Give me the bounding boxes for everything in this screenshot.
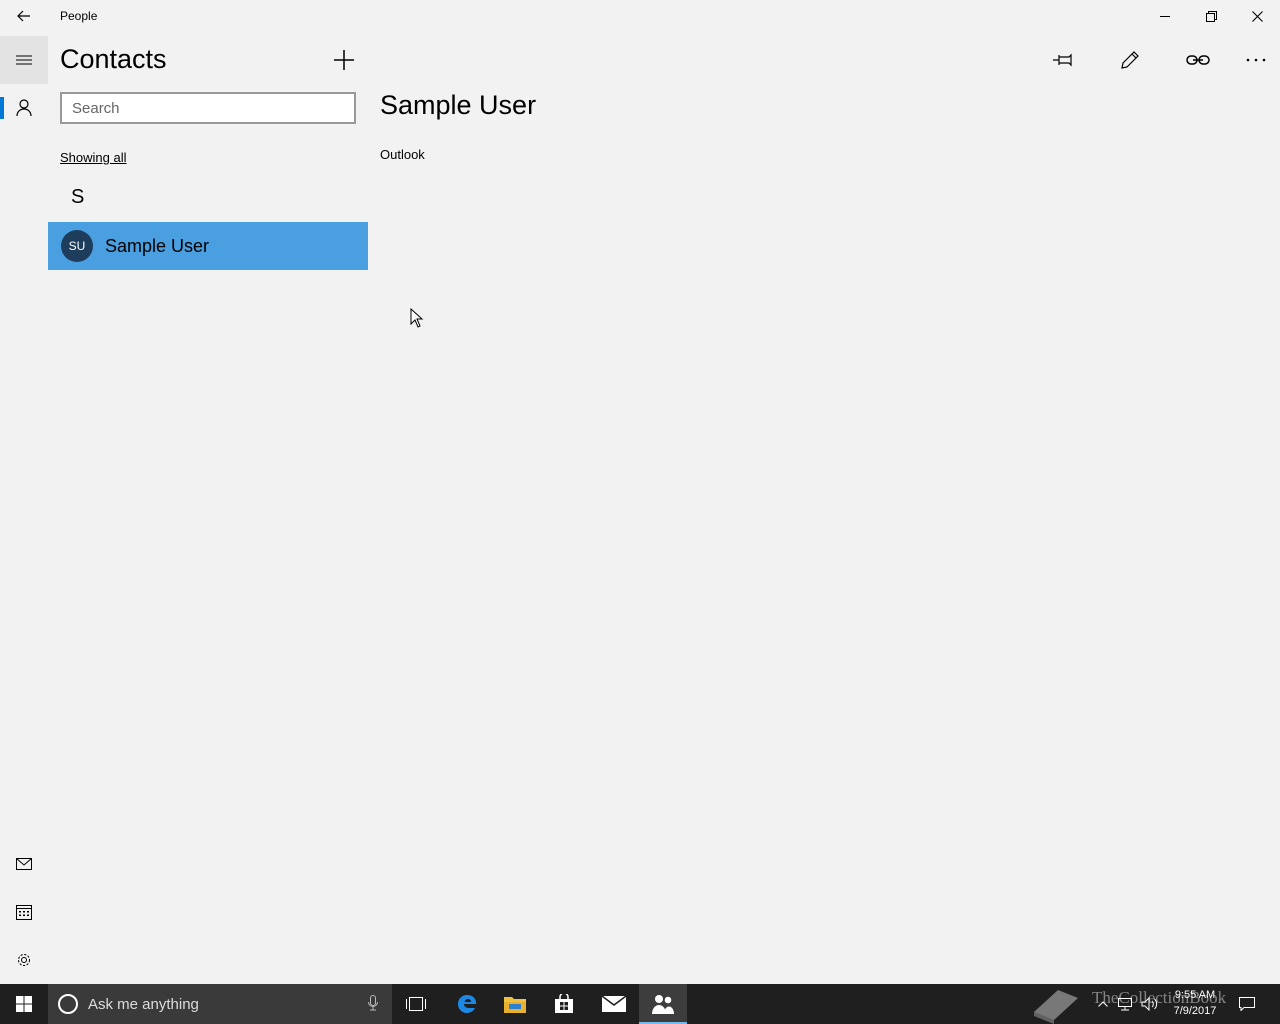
gear-icon (18, 954, 30, 966)
task-view-icon (406, 997, 426, 1011)
contact-list-item[interactable]: SU Sample User (48, 222, 368, 270)
window-title: People (60, 9, 98, 23)
show-hidden-icons-button[interactable] (1094, 984, 1112, 1024)
filter-link[interactable]: Showing all (60, 150, 127, 165)
windows-logo-icon (16, 996, 32, 1012)
start-button[interactable] (0, 984, 48, 1024)
link-button[interactable] (1174, 40, 1222, 80)
back-button[interactable] (0, 0, 48, 32)
minimize-button[interactable] (1142, 0, 1188, 32)
volume-tray-button[interactable] (1138, 984, 1162, 1024)
hamburger-icon (16, 55, 32, 65)
speaker-icon (1141, 997, 1158, 1011)
chevron-up-icon (1098, 1001, 1108, 1007)
edit-button[interactable] (1106, 40, 1154, 80)
plus-icon (334, 50, 354, 70)
close-icon (1251, 10, 1263, 22)
group-header-letter[interactable]: S (71, 186, 84, 209)
action-center-button[interactable] (1232, 984, 1262, 1024)
restore-icon (1205, 10, 1217, 22)
edge-icon (457, 994, 477, 1013)
clock-date: 7/9/2017 (1173, 1005, 1217, 1017)
restore-button[interactable] (1188, 0, 1234, 32)
book-logo-icon (1034, 990, 1078, 1024)
people-taskbar-button[interactable] (639, 984, 687, 1024)
edge-taskbar-button[interactable] (443, 984, 491, 1024)
person-icon (16, 99, 32, 117)
settings-nav-button[interactable] (0, 936, 48, 984)
search-input[interactable]: Search (60, 92, 356, 124)
calendar-icon (16, 905, 32, 920)
title-bar: People (0, 0, 1280, 32)
task-view-button[interactable] (392, 984, 440, 1024)
search-placeholder: Search (72, 99, 120, 117)
close-button[interactable] (1234, 0, 1280, 32)
link-icon (1186, 55, 1210, 65)
contact-name: Sample User (105, 235, 210, 256)
back-arrow-icon (17, 10, 30, 22)
navigation-rail (0, 36, 48, 984)
pin-icon (1053, 53, 1072, 67)
pencil-icon (1121, 51, 1139, 69)
contact-source: Outlook (380, 147, 425, 162)
contacts-header: Contacts (60, 44, 167, 74)
mail-nav-button[interactable] (0, 840, 48, 888)
hamburger-menu-button[interactable] (0, 36, 48, 84)
cortana-search-box[interactable]: Ask me anything (48, 984, 392, 1024)
people-icon (652, 995, 674, 1014)
notification-icon (1239, 997, 1255, 1011)
pin-button[interactable] (1039, 40, 1087, 80)
microphone-icon[interactable] (368, 995, 378, 1011)
clock-time: 9:55 AM (1174, 989, 1216, 1001)
mail-icon (602, 996, 626, 1012)
avatar: SU (61, 230, 93, 262)
folder-icon (504, 997, 526, 1013)
people-nav-button[interactable] (0, 84, 48, 132)
file-explorer-button[interactable] (491, 984, 539, 1024)
taskbar-clock[interactable]: 9:55 AM 7/9/2017 (1166, 987, 1224, 1019)
store-icon (555, 994, 573, 1013)
cortana-placeholder: Ask me anything (88, 995, 199, 1013)
add-contact-button[interactable] (320, 40, 368, 80)
detail-contact-name: Sample User (380, 90, 537, 120)
minimize-icon (1160, 16, 1170, 17)
network-tray-button[interactable] (1114, 984, 1136, 1024)
store-taskbar-button[interactable] (540, 984, 588, 1024)
network-icon (1118, 998, 1132, 1011)
ellipsis-icon (1246, 58, 1266, 62)
mouse-cursor-icon (410, 308, 424, 328)
more-options-button[interactable] (1232, 40, 1280, 80)
calendar-nav-button[interactable] (0, 888, 48, 936)
taskbar: Ask me anything TheCollectionBook 9:55 A… (0, 984, 1280, 1024)
mail-icon (16, 858, 32, 870)
mail-taskbar-button[interactable] (590, 984, 638, 1024)
cortana-icon (58, 994, 78, 1014)
